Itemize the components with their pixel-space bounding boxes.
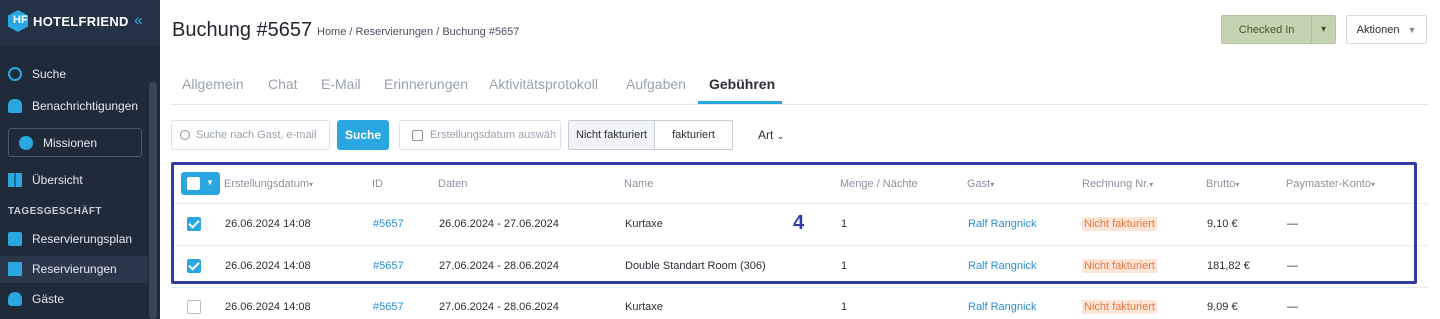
sidebar-item-label: Übersicht (32, 173, 83, 187)
sidebar-scrollbar[interactable] (149, 82, 157, 319)
logo-text: HOTELFRIEND (33, 14, 129, 29)
chevron-down-icon: ▼ (1407, 24, 1417, 35)
chevron-down-icon: ⌄ (776, 131, 785, 141)
sidebar-item-label: Benachrichtigungen (32, 99, 139, 113)
sidebar-item-label: Suche (32, 67, 67, 81)
sidebar-item-label: Reservierungsplan (32, 232, 133, 246)
tab-general[interactable]: Allgemein (182, 76, 243, 92)
breadcrumb[interactable]: Home / Reservierungen / Buchung #5657 (317, 26, 519, 38)
tab-chat[interactable]: Chat (268, 76, 298, 92)
search-placeholder: Suche nach Gast, e-mail (196, 129, 317, 141)
segment-invoiced[interactable]: fakturiert (655, 121, 732, 149)
cell-gross: 9,09 € (1207, 301, 1238, 313)
sidebar-section-label: TAGESGESCHÄFT (8, 206, 102, 217)
sidebar-item-overview[interactable]: Übersicht (8, 168, 83, 192)
cell-id-link[interactable]: #5657 (373, 301, 404, 313)
calendar-icon (8, 232, 22, 246)
sidebar-item-search[interactable]: Suche (8, 62, 66, 86)
type-filter-label: Art (758, 128, 774, 142)
sidebar-item-reservation-plan[interactable]: Reservierungsplan (8, 227, 132, 251)
tab-fees[interactable]: Gebühren (709, 76, 775, 92)
cell-dates: 27.06.2024 - 28.06.2024 (439, 301, 559, 313)
cell-quantity: 1 (841, 301, 848, 313)
tab-activity-log[interactable]: Aktivitätsprotokoll (489, 76, 598, 92)
actions-button[interactable]: Aktionen ▼ (1346, 15, 1427, 44)
sidebar-item-guests[interactable]: Gäste (8, 287, 64, 311)
sidebar-item-label: Gäste (32, 292, 65, 306)
tab-tasks[interactable]: Aufgaben (626, 76, 686, 92)
cell-name: Kurtaxe (625, 301, 663, 313)
row-checkbox[interactable] (187, 300, 201, 314)
sidebar-item-reservations[interactable]: Reservierungen (8, 257, 117, 281)
actions-label: Aktionen (1356, 23, 1400, 36)
annotation-step-number: 4 (793, 212, 805, 234)
document-icon (8, 262, 22, 276)
sidebar-item-missions[interactable]: Missionen (8, 128, 142, 157)
bell-icon (8, 99, 22, 113)
collapse-sidebar-icon[interactable]: « (134, 12, 143, 30)
sidebar-item-notifications[interactable]: Benachrichtigungen (8, 94, 138, 118)
status-label: Checked In (1238, 23, 1295, 36)
sidebar: HF HOTELFRIEND « Suche Benachrichtigunge… (0, 0, 160, 319)
search-button[interactable]: Suche (337, 120, 389, 150)
chevron-down-icon[interactable]: ▾ (1311, 16, 1335, 43)
tab-email[interactable]: E-Mail (321, 76, 361, 92)
calendar-icon (412, 129, 423, 141)
row-divider (171, 287, 1428, 288)
search-input[interactable]: Suche nach Gast, e-mail (171, 120, 330, 150)
search-icon (8, 67, 22, 81)
creation-date-picker[interactable]: Erstellungsdatum auswäh (399, 120, 561, 150)
tab-reminders[interactable]: Erinnerungen (384, 76, 468, 92)
cell-created: 26.06.2024 14:08 (225, 301, 311, 313)
award-icon (19, 135, 33, 150)
user-icon (8, 292, 22, 306)
dashboard-icon (8, 173, 22, 187)
cell-paymaster: — (1287, 301, 1298, 313)
search-icon (180, 130, 190, 140)
page-title: Buchung #5657 (172, 19, 313, 41)
status-badge: Nicht fakturiert (1082, 300, 1157, 314)
logo-mark: HF (13, 14, 28, 26)
billing-status-toggle: Nicht fakturiert fakturiert (568, 120, 733, 150)
tab-bar: Allgemein Chat E-Mail Erinnerungen Aktiv… (170, 64, 1428, 105)
date-placeholder: Erstellungsdatum auswäh (430, 129, 556, 141)
segment-not-invoiced[interactable]: Nicht fakturiert (569, 121, 655, 149)
cell-guest-link[interactable]: Ralf Rangnick (968, 301, 1036, 313)
sidebar-item-label: Missionen (43, 135, 98, 150)
logo-icon: HF (8, 10, 28, 32)
type-filter-dropdown[interactable]: Art ⌄ (758, 128, 784, 142)
sidebar-header: HF HOTELFRIEND « (0, 0, 160, 46)
active-tab-indicator (698, 101, 782, 104)
status-dropdown-button[interactable]: Checked In ▾ (1221, 15, 1336, 44)
sidebar-item-label: Reservierungen (32, 262, 117, 276)
